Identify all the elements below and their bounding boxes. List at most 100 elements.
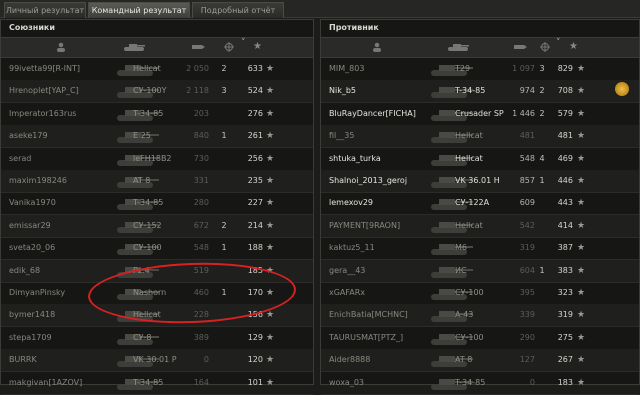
table-row[interactable]: makgivan[1AZOV] T-34-85 164 101 ★	[1, 372, 313, 395]
vehicle-name: VK 30.01 P	[133, 355, 177, 365]
table-row[interactable]: gera__43 ИС 604 1 383 ★	[321, 259, 639, 283]
table-row[interactable]: Hrenoplet[YAP_C] СУ-100Y 2 118 3 524 ★	[1, 80, 313, 104]
tank-icon[interactable]	[123, 42, 145, 52]
player-name: aseke179	[9, 131, 48, 141]
xp-value: 708	[557, 86, 573, 96]
damage-value: 280	[193, 198, 209, 208]
enemies-panel: Противник ˅ ★ MIM_803 T29 1 097 3 829 ★ Nik_b5…	[320, 19, 640, 395]
kills-value: 1	[539, 176, 545, 185]
table-row[interactable]: Imperator163rus T-34-85 203 276 ★	[1, 103, 313, 126]
table-row[interactable]: BURRK VK 30.01 P 0 120 ★	[1, 349, 313, 373]
shell-icon[interactable]	[513, 42, 527, 52]
tab-personal-result[interactable]: Личный результат	[4, 2, 86, 18]
kills-value	[535, 192, 549, 214]
star-icon: ★	[266, 108, 275, 119]
tank-icon[interactable]	[447, 42, 469, 52]
person-icon[interactable]	[55, 42, 67, 52]
star-icon: ★	[577, 310, 586, 321]
crosshair-icon[interactable]	[539, 42, 551, 52]
kills-value: 2	[221, 64, 227, 73]
xp-value: 261	[247, 131, 263, 141]
damage-value: 339	[519, 310, 535, 320]
star-icon: ★	[266, 220, 275, 231]
player-name: EnichBatia[MCHNC]	[329, 310, 408, 320]
table-row[interactable]: PAYMENT[9RAON] Hellcat 542 414 ★	[321, 214, 639, 238]
kills-value	[217, 349, 231, 371]
vehicle-name: T-34-85	[133, 198, 164, 208]
damage-value: 548	[193, 243, 209, 253]
player-name: Vanika1970	[9, 198, 56, 208]
sort-chevron-icon[interactable]: ˅	[241, 38, 253, 48]
table-row[interactable]: xGAFARx СУ-100 395 323 ★	[321, 282, 639, 305]
star-icon: ★	[266, 153, 275, 164]
table-row[interactable]: Aider8888 AT 8 127 267 ★	[321, 349, 639, 373]
tab-bar: Личный результат Командный результат Под…	[0, 0, 640, 18]
kills-value	[217, 148, 231, 170]
table-row[interactable]: sveta20_06 СУ-100 548 1 188 ★	[1, 237, 313, 261]
vehicle-name: T-34-85	[133, 108, 164, 118]
damage-value: 389	[193, 332, 209, 342]
player-name: gera__43	[329, 265, 366, 275]
xp-value: 481	[557, 131, 573, 141]
vehicle-name: T-34-85	[455, 86, 486, 96]
table-row[interactable]: aseke179 E 25 840 1 261 ★	[1, 125, 313, 149]
star-icon: ★	[577, 153, 586, 164]
vehicle-name: СУ-100	[455, 332, 484, 342]
sort-chevron-icon[interactable]: ˅	[556, 38, 568, 48]
table-row[interactable]: Nik_b5 T-34-85 974 2 708 ★	[321, 80, 639, 104]
tab-team-result[interactable]: Командный результат	[88, 2, 190, 18]
player-name: PAYMENT[9RAON]	[329, 220, 401, 230]
table-row[interactable]: woxa_03 T-34-85 0 183 ★	[321, 372, 639, 395]
kills-value	[217, 103, 231, 125]
kills-value	[535, 327, 549, 349]
star-icon: ★	[266, 355, 275, 366]
table-row[interactable]: TAURUSMAT[PTZ_] СУ-100 290 275 ★	[321, 327, 639, 350]
damage-value: 481	[519, 131, 535, 141]
table-row[interactable]: fil__35 Hellcat 481 481 ★	[321, 125, 639, 149]
table-row[interactable]: Vanika1970 T-34-85 280 227 ★	[1, 192, 313, 216]
damage-value: 127	[519, 355, 535, 365]
xp-value: 323	[557, 288, 573, 297]
table-row[interactable]: EnichBatia[MCHNC] A-43 339 319 ★	[321, 304, 639, 328]
table-row[interactable]: 99ivetta99[R-INT] Hellcat 2 050 2 633 ★	[1, 58, 313, 81]
xp-value: 129	[247, 332, 263, 342]
vehicle-name: E 25	[133, 131, 151, 141]
vehicle-name: T29	[455, 64, 471, 73]
vehicle-name: Hellcat	[455, 220, 483, 230]
shell-icon[interactable]	[191, 42, 205, 52]
damage-value: 2 050	[186, 64, 209, 73]
crosshair-icon[interactable]	[223, 42, 235, 52]
table-row[interactable]: serad leFH18B2 730 256 ★	[1, 148, 313, 171]
table-row[interactable]: emissar29 СУ-152 672 2 214 ★	[1, 214, 313, 238]
table-row[interactable]: kaktuz5_11 M6 319 387 ★	[321, 237, 639, 261]
vehicle-name: A-43	[455, 310, 474, 320]
kills-value	[535, 215, 549, 237]
vehicle-name: M6	[455, 243, 467, 253]
kills-value	[535, 349, 549, 371]
star-icon[interactable]: ★	[569, 41, 581, 52]
xp-value: 227	[247, 198, 263, 208]
damage-value: 203	[193, 108, 209, 118]
xp-value: 469	[557, 153, 573, 163]
table-row[interactable]: stepa1709 СУ-8 389 129 ★	[1, 327, 313, 350]
tab-detailed-report[interactable]: Подробный отчёт	[192, 2, 284, 18]
kills-value	[217, 170, 231, 192]
table-row[interactable]: maxim198246 AT 8 331 235 ★	[1, 170, 313, 193]
star-icon[interactable]: ★	[253, 41, 265, 52]
table-row[interactable]: BluRayDancer[FICHA] Crusader SP 1 446 2 579 ★	[321, 103, 639, 126]
medal-icon	[615, 82, 629, 96]
table-row[interactable]: lemexov29 СУ-122А 609 443 ★	[321, 192, 639, 216]
table-row[interactable]: shtuka_turka Hellcat 548 4 469 ★	[321, 148, 639, 171]
vehicle-name: AT 8	[133, 176, 151, 185]
star-icon: ★	[577, 288, 586, 298]
kills-value: 3	[539, 64, 545, 73]
vehicle-name: Hellcat	[455, 153, 483, 163]
person-icon[interactable]	[371, 42, 383, 52]
xp-value: 387	[557, 243, 573, 253]
table-row[interactable]: Shalnoi_2013_geroj VK 36.01 H 857 1 446 ★	[321, 170, 639, 193]
player-name: 99ivetta99[R-INT]	[9, 64, 81, 73]
kills-value	[535, 282, 549, 304]
star-icon: ★	[577, 198, 586, 209]
table-row[interactable]: MIM_803 T29 1 097 3 829 ★	[321, 58, 639, 81]
vehicle-name: leFH18B2	[133, 153, 172, 163]
